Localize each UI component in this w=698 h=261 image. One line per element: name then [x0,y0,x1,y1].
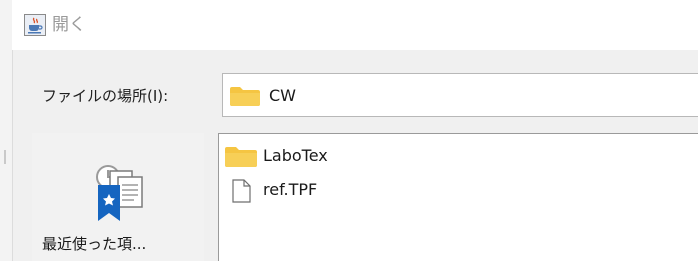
file-name: LaboTex [263,146,328,165]
places-recent-items[interactable]: 最近使った項... [32,133,204,261]
list-item[interactable]: ref.TPF [219,174,689,204]
recent-items-icon [96,165,143,221]
look-in-label: ファイルの場所(I): [42,87,169,105]
list-item[interactable]: LaboTex [219,140,689,170]
title-bar [12,0,698,50]
edge-handle [4,150,6,164]
window-title: 開く [52,15,86,35]
folder-icon [230,87,260,106]
file-list[interactable]: LaboTex ref.TPF [218,133,698,261]
places-recent-label: 最近使った項... [42,235,147,253]
java-cup-icon [24,14,46,36]
look-in-value: CW [269,86,296,105]
folder-icon [225,147,257,167]
places-bar: 最近使った項... [32,133,204,261]
window-edge [0,0,12,261]
file-name: ref.TPF [263,180,318,199]
document-icon [232,179,251,203]
look-in-combo[interactable]: CW [222,73,698,117]
